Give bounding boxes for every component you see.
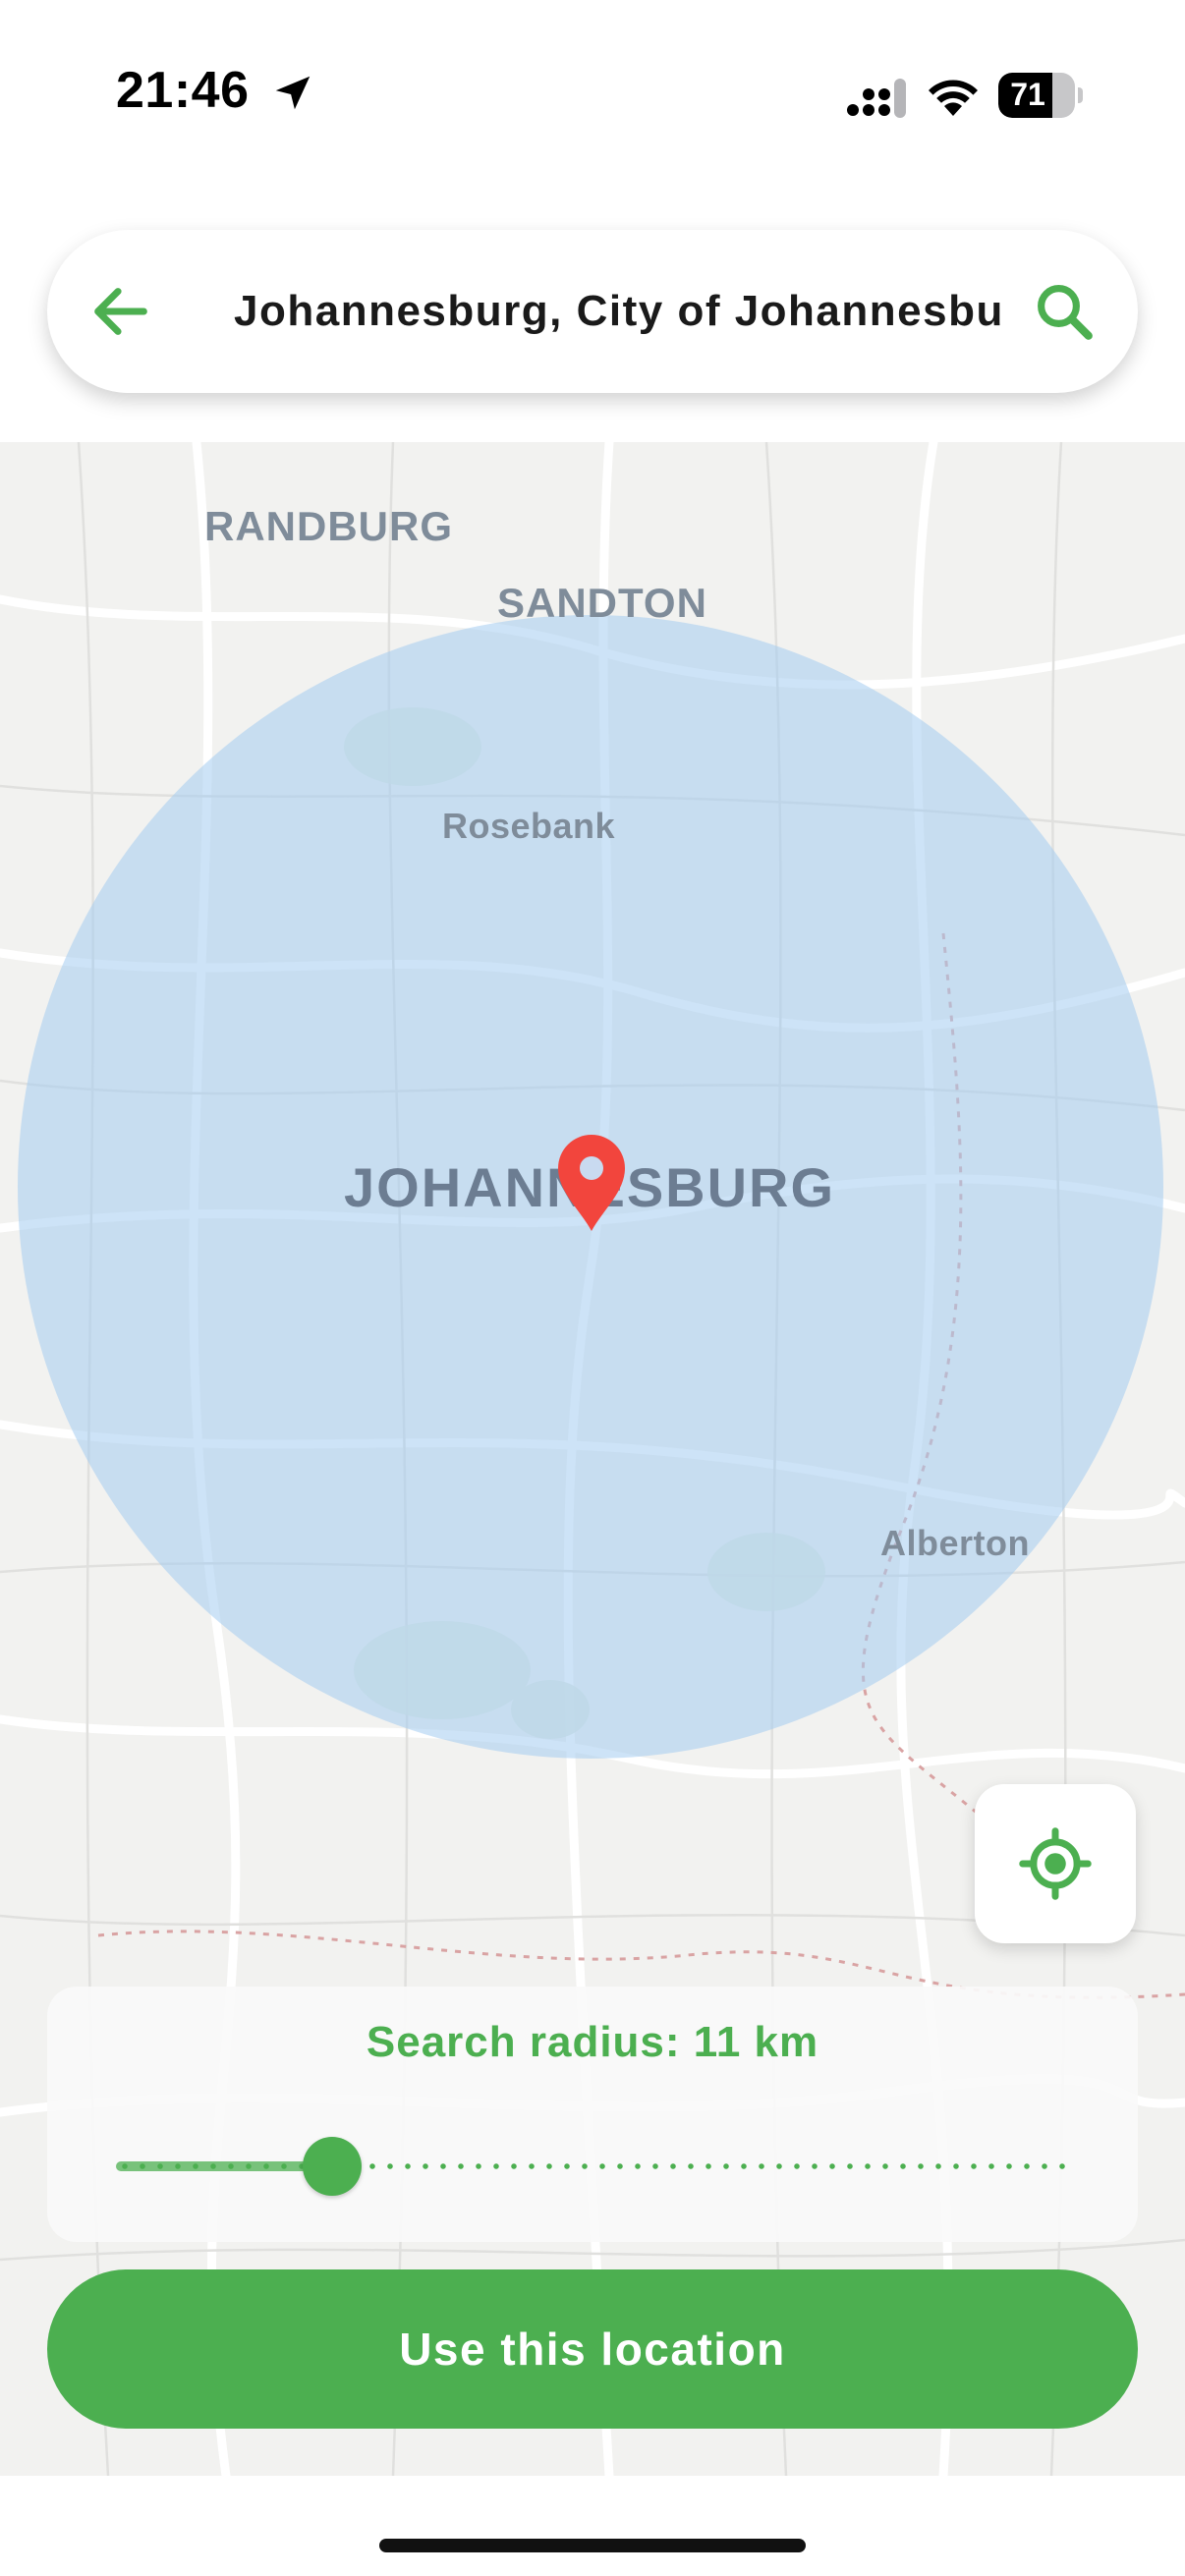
cellular-signal-icon [847,79,906,118]
location-arrow-icon [275,76,310,110]
battery-icon: 71 [998,73,1083,118]
wifi-icon [929,80,978,116]
map-label-randburg: RANDBURG [204,503,453,549]
slider-active-track [116,2161,333,2171]
status-bar: 21:46 71 [0,0,1185,196]
location-search-bar[interactable]: Johannesburg, City of Johannesburg [47,230,1138,393]
my-location-button[interactable] [975,1784,1136,1943]
radius-slider[interactable] [116,2134,1065,2199]
use-location-button[interactable]: Use this location [47,2269,1138,2429]
radius-panel: Search radius: 11 km [47,1987,1138,2242]
map-label-alberton: Alberton [880,1523,1030,1563]
home-indicator [379,2539,806,2552]
search-input[interactable]: Johannesburg, City of Johannesburg [234,281,1000,342]
map-label-rosebank: Rosebank [442,806,616,846]
status-time: 21:46 [116,62,250,119]
map-pin-icon[interactable] [556,1135,627,1233]
battery-level: 71 [1010,77,1045,112]
radius-label: Search radius: 11 km [366,2018,819,2066]
back-arrow-icon[interactable] [86,277,155,346]
slider-thumb[interactable] [303,2137,363,2196]
my-location-icon [1019,1827,1092,1900]
map-label-sandton: SANDTON [497,580,707,626]
search-icon[interactable] [1032,279,1097,344]
